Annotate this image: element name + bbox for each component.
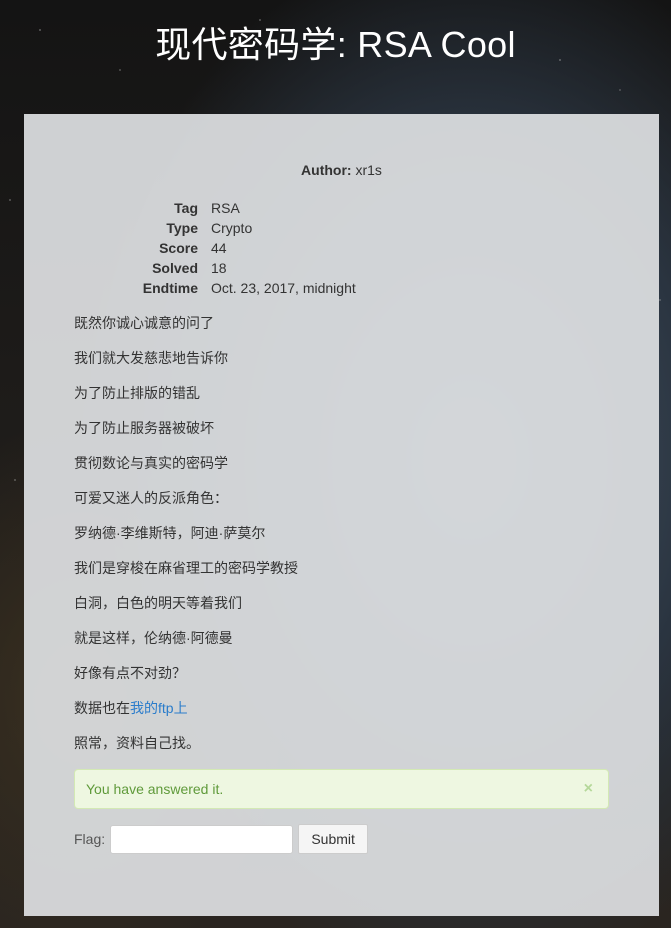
meta-value: Crypto xyxy=(211,220,253,236)
meta-value: Oct. 23, 2017, midnight xyxy=(211,280,356,296)
meta-key: Endtime xyxy=(142,280,198,296)
challenge-description: 既然你诚心诚意的问了 我们就大发慈悲地告诉你 为了防止排版的错乱 为了防止服务器… xyxy=(74,314,609,752)
page-title: 现代密码学: RSA Cool xyxy=(155,24,516,65)
author-name: xr1s xyxy=(355,162,382,178)
flag-label: Flag: xyxy=(74,831,106,847)
meta-row-endtime: Endtime Oct. 23, 2017, midnight xyxy=(112,278,356,298)
description-line: 为了防止服务器被破坏 xyxy=(74,420,214,436)
author-label: Author: xyxy=(301,162,352,178)
description-line: 我们是穿梭在麻省理工的密码学教授 xyxy=(74,560,298,576)
description-line: 为了防止排版的错乱 xyxy=(74,385,200,401)
meta-row-score: Score 44 xyxy=(112,238,356,258)
flag-form: Flag: Submit xyxy=(74,824,609,854)
description-line: 白洞，白色的明天等着我们 xyxy=(74,595,242,611)
close-icon[interactable]: × xyxy=(584,780,593,798)
data-line-prefix: 数据也在 xyxy=(74,700,130,716)
flag-input[interactable] xyxy=(110,824,294,854)
ftp-link[interactable]: 我的ftp上 xyxy=(130,700,188,716)
meta-value: 18 xyxy=(211,260,227,276)
description-line: 好像有点不对劲？ xyxy=(74,665,186,681)
meta-value: 44 xyxy=(211,240,227,256)
challenge-meta-table: Tag RSA Type Crypto Score 44 Solved 18 E… xyxy=(112,198,356,298)
description-line: 就是这样，伦纳德·阿德曼 xyxy=(74,630,233,646)
meta-key: Type xyxy=(166,220,198,236)
meta-key: Tag xyxy=(174,200,198,216)
description-line: 贯彻数论与真实的密码学 xyxy=(74,455,228,471)
description-line: 既然你诚心诚意的问了 xyxy=(74,315,214,331)
meta-key: Solved xyxy=(152,260,198,276)
description-line: 罗纳德·李维斯特，阿迪·萨莫尔 xyxy=(74,525,266,541)
challenge-panel: Author: xr1s Tag RSA Type Crypto Score 4… xyxy=(24,114,659,916)
meta-row-tag: Tag RSA xyxy=(112,198,356,218)
description-line: 可爱又迷人的反派角色： xyxy=(74,490,228,506)
meta-row-solved: Solved 18 xyxy=(112,258,356,278)
submit-button[interactable]: Submit xyxy=(298,824,369,854)
description-line: 照常，资料自己找。 xyxy=(74,735,200,751)
author-line: Author: xr1s xyxy=(74,162,609,178)
meta-row-type: Type Crypto xyxy=(112,218,356,238)
description-line-data: 数据也在我的ftp上 xyxy=(74,699,609,717)
alert-message: You have answered it. xyxy=(86,781,224,797)
description-line: 我们就大发慈悲地告诉你 xyxy=(74,350,228,366)
meta-value: RSA xyxy=(211,200,240,216)
answered-alert: You have answered it. × xyxy=(74,769,609,809)
meta-key: Score xyxy=(159,240,198,256)
